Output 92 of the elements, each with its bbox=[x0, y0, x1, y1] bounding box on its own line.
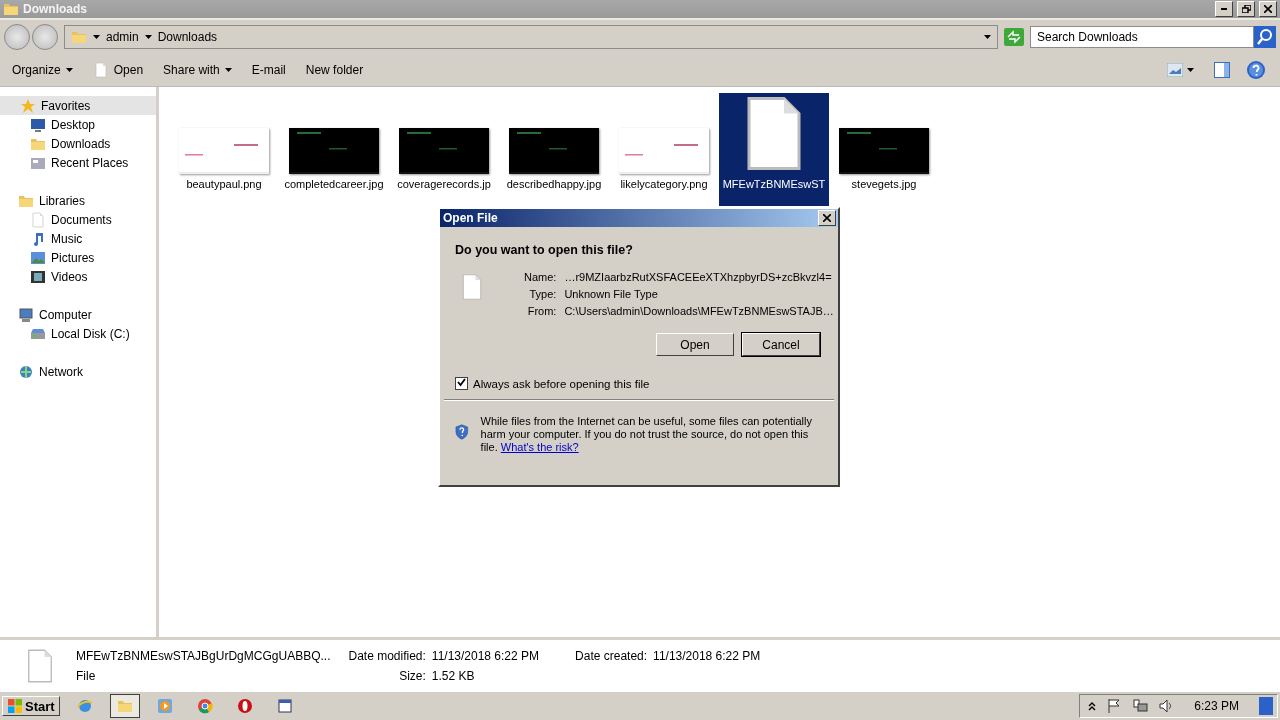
field-value: …r9MZIaarbzRutXSFACEEeXTXhzpbyrDS+zcBkvzl4= bbox=[564, 271, 833, 283]
folder-icon bbox=[3, 1, 19, 17]
windows-logo-icon bbox=[7, 698, 23, 714]
file-item[interactable]: stevegets.jpg bbox=[829, 93, 939, 206]
field-value: Unknown File Type bbox=[564, 288, 659, 300]
play-icon bbox=[156, 698, 173, 714]
minimize-icon bbox=[1221, 8, 1227, 10]
warning-text: While files from the Internet can be useful, some files can potentially harm your computer. If you do not trust the source, do not open this file. What's the risk? bbox=[480, 415, 813, 454]
folder-icon bbox=[116, 698, 133, 714]
sidebar-item[interactable]: Desktop bbox=[0, 115, 156, 134]
sidebar-item[interactable]: Pictures bbox=[0, 248, 156, 267]
network-icon[interactable] bbox=[1132, 698, 1149, 714]
sidebar-item[interactable]: Local Disk (C:) bbox=[0, 324, 156, 343]
toolbar-button[interactable]: Open bbox=[84, 59, 152, 81]
breadcrumb[interactable]: admin bbox=[106, 30, 139, 44]
toolbar-button[interactable]: Organize bbox=[4, 60, 81, 80]
caret-icon bbox=[984, 35, 991, 39]
property-label: Date modified: bbox=[348, 648, 426, 663]
search-icon[interactable] bbox=[1254, 26, 1276, 48]
sidebar-heading[interactable]: Libraries bbox=[0, 191, 156, 210]
file-item[interactable]: coveragerecords.jp bbox=[389, 93, 499, 206]
close-button[interactable] bbox=[818, 210, 836, 226]
caret-icon bbox=[224, 68, 232, 72]
field-value: C:\Users\admin\Downloads\MFEwTzBNMEswSTAJB… bbox=[564, 305, 834, 317]
window-title: Downloads bbox=[23, 2, 88, 16]
dialog-button[interactable]: Cancel bbox=[742, 333, 820, 356]
property-label: Date created: bbox=[575, 648, 648, 663]
sidebar-heading[interactable]: Favorites bbox=[0, 96, 156, 115]
field-label: Name: bbox=[524, 271, 557, 283]
restore-button[interactable] bbox=[1237, 1, 1255, 17]
sidebar-item[interactable]: Recent Places bbox=[0, 153, 156, 172]
file-item[interactable]: beautypaul.png bbox=[169, 93, 279, 206]
property-value: 11/13/2018 6:22 PM bbox=[653, 648, 761, 663]
dialog-question: Do you want to open this file? bbox=[455, 243, 634, 257]
sidebar-item[interactable]: Music bbox=[0, 229, 156, 248]
file-item[interactable]: likelycategory.png bbox=[609, 93, 719, 206]
file-type: File bbox=[76, 668, 97, 683]
help-icon[interactable] bbox=[1246, 60, 1266, 80]
property-value: 11/13/2018 6:22 PM bbox=[431, 648, 540, 663]
sidebar-heading[interactable]: Computer bbox=[0, 305, 156, 324]
property-label: Size: bbox=[398, 668, 426, 683]
close-icon bbox=[1264, 5, 1272, 13]
documents-icon bbox=[30, 211, 46, 228]
sidebar-heading[interactable]: Network bbox=[0, 362, 156, 381]
clock[interactable]: 6:23 PM bbox=[1194, 699, 1239, 713]
checkbox[interactable] bbox=[455, 377, 468, 390]
window-icon bbox=[276, 698, 293, 714]
start-button[interactable]: Start bbox=[2, 696, 60, 716]
file-item[interactable]: MFEwTzBNMEswST bbox=[719, 93, 829, 206]
toolbar-button[interactable]: Share with bbox=[155, 60, 240, 80]
caret-icon bbox=[93, 35, 100, 39]
minimize-button[interactable] bbox=[1215, 1, 1233, 17]
downloads-folder-icon bbox=[71, 29, 87, 45]
computer-icon bbox=[18, 306, 34, 323]
close-button[interactable] bbox=[1259, 1, 1277, 17]
file-name: MFEwTzBNMEswSTAJBgUrDgMCGgUABBQ... bbox=[76, 648, 331, 663]
film-icon bbox=[30, 268, 46, 285]
address-bar[interactable]: admin Downloads bbox=[64, 25, 998, 49]
view-icon[interactable] bbox=[1167, 63, 1183, 77]
pictures-icon bbox=[30, 249, 46, 266]
sidebar-item[interactable]: Videos bbox=[0, 267, 156, 286]
browser-icon bbox=[76, 698, 93, 714]
close-icon bbox=[823, 214, 831, 222]
toolbar-button[interactable]: New folder bbox=[297, 60, 372, 80]
sidebar-item[interactable]: Documents bbox=[0, 210, 156, 229]
search-field[interactable]: Search Downloads bbox=[1030, 26, 1254, 48]
toolbar-button[interactable]: E-mail bbox=[243, 60, 294, 80]
sidebar-item[interactable]: Downloads bbox=[0, 134, 156, 153]
preview-pane-icon[interactable] bbox=[1214, 62, 1230, 78]
dialog-title: Open File bbox=[443, 211, 499, 225]
taskbar-app[interactable] bbox=[109, 694, 140, 718]
star-icon bbox=[20, 97, 36, 114]
document-icon bbox=[92, 62, 109, 78]
field-label: Type: bbox=[528, 288, 557, 300]
refresh-icon[interactable] bbox=[1004, 28, 1024, 46]
caret-icon bbox=[144, 35, 152, 39]
dialog-button[interactable]: Open bbox=[656, 333, 734, 356]
restore-icon bbox=[1241, 5, 1251, 13]
checkbox-label[interactable]: Always ask before opening this file bbox=[473, 377, 650, 390]
chevron-up-icon[interactable] bbox=[1088, 701, 1097, 711]
property-value: 1.52 KB bbox=[431, 668, 476, 683]
breadcrumb[interactable]: Downloads bbox=[157, 30, 218, 44]
network-icon bbox=[18, 363, 34, 380]
field-label: From: bbox=[526, 305, 557, 317]
risk-link[interactable]: What's the risk? bbox=[500, 441, 579, 453]
opera-icon bbox=[236, 698, 253, 714]
caret-icon bbox=[65, 68, 73, 72]
desktop-icon bbox=[30, 116, 46, 133]
caret-icon bbox=[1187, 68, 1194, 72]
file-item[interactable]: describedhappy.jpg bbox=[499, 93, 609, 206]
chrome-icon bbox=[196, 698, 213, 714]
file-item[interactable]: completedcareer.jpg bbox=[279, 93, 389, 206]
